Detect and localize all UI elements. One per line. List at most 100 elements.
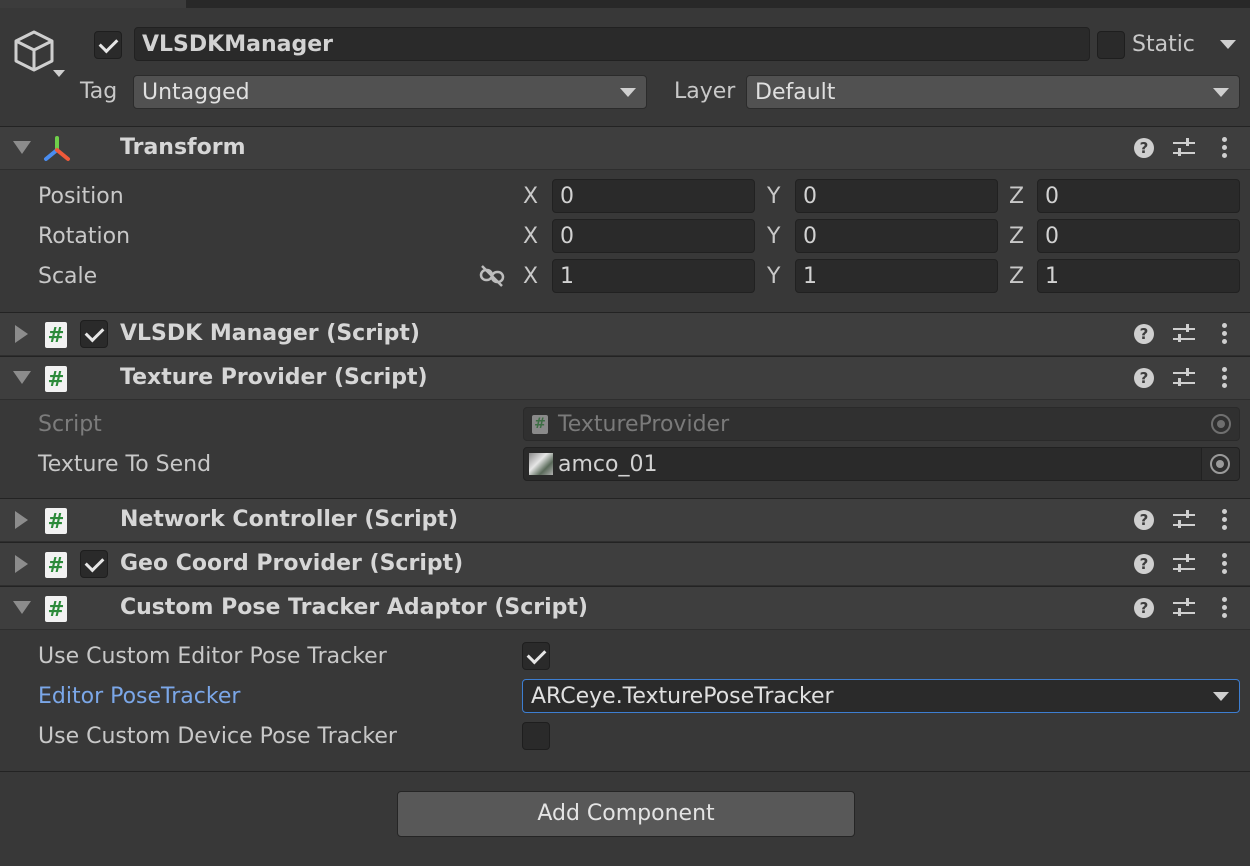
texture-thumbnail-icon: [529, 453, 553, 475]
gameobject-active-checkbox[interactable]: [94, 31, 122, 59]
position-x-axis-label[interactable]: X: [523, 183, 538, 211]
layer-dropdown[interactable]: Default: [746, 75, 1240, 109]
editor-pose-tracker-label: Editor PoseTracker: [38, 684, 241, 709]
transform-axes-icon: [44, 136, 70, 161]
kebab-menu-icon[interactable]: [1221, 323, 1227, 345]
object-picker-icon: [1211, 414, 1231, 434]
network-controller-title: Network Controller (Script): [120, 507, 458, 532]
use-custom-editor-pose-tracker-checkbox[interactable]: [522, 642, 550, 670]
rotation-z-axis-label[interactable]: Z: [1009, 223, 1024, 251]
presets-icon[interactable]: [1173, 598, 1195, 618]
vlsdk-manager-title: VLSDK Manager (Script): [120, 321, 420, 346]
static-checkbox[interactable]: [1097, 31, 1125, 59]
custom-pose-tracker-title: Custom Pose Tracker Adaptor (Script): [120, 595, 588, 620]
texture-provider-header[interactable]: # Texture Provider (Script) ?: [0, 356, 1250, 400]
script-label: Script: [38, 412, 102, 437]
texture-value: amco_01: [558, 451, 658, 477]
presets-icon[interactable]: [1173, 510, 1195, 530]
layer-value: Default: [755, 79, 836, 105]
help-icon[interactable]: ?: [1134, 368, 1154, 388]
add-component-button[interactable]: Add Component: [397, 791, 855, 837]
object-picker-button[interactable]: [1201, 448, 1239, 480]
transform-header[interactable]: Transform ?: [0, 126, 1250, 170]
scale-y-input[interactable]: 1: [795, 259, 998, 293]
position-y-input[interactable]: 0: [795, 179, 998, 213]
kebab-menu-icon[interactable]: [1221, 137, 1227, 159]
tag-dropdown[interactable]: Untagged: [133, 75, 647, 109]
foldout-closed-icon[interactable]: [15, 511, 28, 529]
presets-icon[interactable]: [1173, 554, 1195, 574]
network-controller-header[interactable]: # Network Controller (Script) ?: [0, 498, 1250, 542]
kebab-menu-icon[interactable]: [1221, 553, 1227, 575]
inspector-tab[interactable]: [0, 0, 186, 8]
texture-provider-title: Texture Provider (Script): [120, 365, 428, 390]
kebab-menu-icon[interactable]: [1221, 597, 1227, 619]
help-icon[interactable]: ?: [1134, 598, 1154, 618]
scale-x-input[interactable]: 1: [552, 259, 755, 293]
script-hash-icon: #: [45, 322, 67, 348]
position-y-axis-label[interactable]: Y: [767, 183, 780, 211]
inspector-tab-strip: [0, 0, 1250, 8]
chevron-down-icon: [1213, 88, 1229, 97]
position-x-input[interactable]: 0: [552, 179, 755, 213]
vlsdk-manager-header[interactable]: # VLSDK Manager (Script) ?: [0, 312, 1250, 356]
chevron-down-icon: [620, 88, 636, 97]
tag-label: Tag: [80, 79, 118, 104]
presets-icon[interactable]: [1173, 368, 1195, 388]
rotation-label: Rotation: [38, 224, 131, 249]
scale-z-axis-label[interactable]: Z: [1009, 263, 1024, 291]
rotation-x-input[interactable]: 0: [552, 219, 755, 253]
unlink-icon[interactable]: [479, 264, 505, 288]
scale-y-axis-label[interactable]: Y: [767, 263, 780, 291]
geo-coord-provider-enabled-checkbox[interactable]: [80, 550, 108, 578]
script-hash-icon: #: [45, 596, 67, 622]
use-custom-editor-pose-tracker-label: Use Custom Editor Pose Tracker: [38, 644, 387, 669]
static-dropdown-chevron-icon[interactable]: [1220, 40, 1236, 49]
scale-label: Scale: [38, 264, 98, 289]
chevron-down-icon: [1213, 692, 1229, 701]
help-icon[interactable]: ?: [1134, 510, 1154, 530]
position-label: Position: [38, 184, 124, 209]
help-icon[interactable]: ?: [1134, 554, 1154, 574]
rotation-z-input[interactable]: 0: [1037, 219, 1240, 253]
object-picker-icon: [1210, 454, 1230, 474]
rotation-y-axis-label[interactable]: Y: [767, 223, 780, 251]
script-hash-icon: #: [45, 366, 67, 392]
rotation-y-input[interactable]: 0: [795, 219, 998, 253]
transform-title: Transform: [120, 135, 246, 160]
kebab-menu-icon[interactable]: [1221, 367, 1227, 389]
geo-coord-provider-title: Geo Coord Provider (Script): [120, 551, 464, 576]
kebab-menu-icon[interactable]: [1221, 509, 1227, 531]
foldout-closed-icon[interactable]: [15, 325, 28, 343]
scale-z-input[interactable]: 1: [1037, 259, 1240, 293]
custom-pose-tracker-header[interactable]: # Custom Pose Tracker Adaptor (Script) ?: [0, 586, 1250, 630]
foldout-open-icon[interactable]: [13, 371, 31, 384]
layer-label: Layer: [674, 79, 736, 104]
foldout-closed-icon[interactable]: [15, 555, 28, 573]
texture-to-send-field[interactable]: amco_01: [523, 447, 1240, 481]
rotation-x-axis-label[interactable]: X: [523, 223, 538, 251]
use-custom-device-pose-tracker-checkbox[interactable]: [522, 722, 550, 750]
position-z-input[interactable]: 0: [1037, 179, 1240, 213]
divider: [0, 771, 1250, 772]
editor-pose-tracker-value: ARCeye.TexturePoseTracker: [531, 683, 834, 709]
script-value: TextureProvider: [558, 411, 730, 437]
script-hash-icon: #: [45, 508, 67, 534]
editor-pose-tracker-dropdown[interactable]: ARCeye.TexturePoseTracker: [522, 679, 1240, 713]
vlsdk-manager-enabled-checkbox[interactable]: [80, 320, 108, 348]
presets-icon[interactable]: [1173, 324, 1195, 344]
position-z-axis-label[interactable]: Z: [1009, 183, 1024, 211]
foldout-open-icon[interactable]: [13, 601, 31, 614]
tag-value: Untagged: [142, 79, 250, 105]
foldout-open-icon[interactable]: [13, 141, 31, 154]
script-hash-icon: #: [532, 415, 548, 434]
presets-icon[interactable]: [1173, 138, 1195, 158]
help-icon[interactable]: ?: [1134, 138, 1154, 158]
static-label: Static: [1132, 32, 1195, 57]
gameobject-name-input[interactable]: VLSDKManager: [134, 27, 1090, 61]
scale-x-axis-label[interactable]: X: [523, 263, 538, 291]
help-icon[interactable]: ?: [1134, 324, 1154, 344]
script-hash-icon: #: [45, 552, 67, 578]
use-custom-device-pose-tracker-label: Use Custom Device Pose Tracker: [38, 724, 397, 749]
geo-coord-provider-header[interactable]: # Geo Coord Provider (Script) ?: [0, 542, 1250, 586]
